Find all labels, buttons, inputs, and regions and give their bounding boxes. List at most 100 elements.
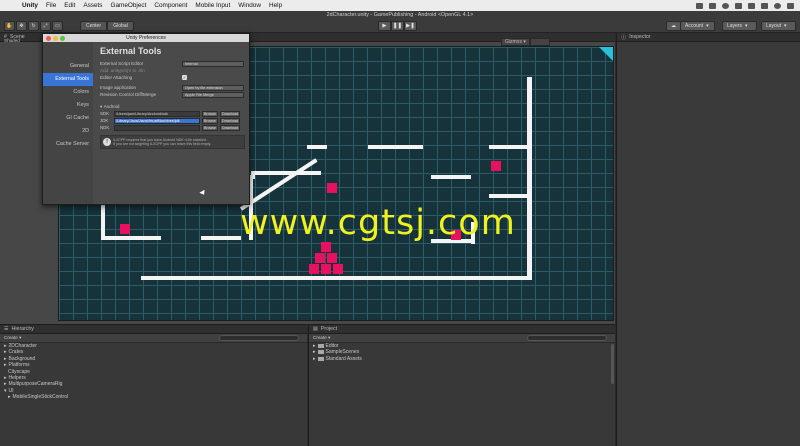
cloud-icon[interactable]: [709, 2, 716, 9]
menu-assets[interactable]: Assets: [83, 2, 102, 9]
ndk-info-box: ! IL2CPP requires that you have Android …: [100, 135, 245, 149]
step-button[interactable]: ▶❚: [404, 21, 417, 31]
pref-item-cache-server[interactable]: Cache Server: [43, 138, 93, 151]
list-item[interactable]: ▸ Standard Assets: [313, 356, 362, 362]
menu-file[interactable]: File: [46, 2, 56, 9]
editor-attaching-checkbox[interactable]: ✓: [182, 75, 187, 80]
notification-icon[interactable]: [787, 2, 794, 9]
sdk-browse-button[interactable]: Browse: [202, 110, 218, 117]
platform-small-2: [368, 145, 423, 149]
sdk-path-field[interactable]: /Users/jam/Library/Android/sdk: [114, 110, 200, 117]
menu-gameobject[interactable]: GameObject: [111, 2, 147, 9]
wifi-icon[interactable]: [735, 2, 742, 9]
wall-left: [101, 202, 105, 240]
list-item-label: MultipurposeCameraRig: [8, 381, 63, 388]
preferences-window: Unity Preferences General External Tools…: [42, 33, 250, 205]
inspector-tab[interactable]: ⓘ Inspector: [617, 33, 800, 42]
volume-icon[interactable]: [748, 2, 755, 9]
script-editor-row: External Script Editor Internal: [100, 60, 249, 67]
expand-arrow-icon[interactable]: ▸: [4, 362, 7, 368]
jdk-browse-button[interactable]: Browse: [202, 117, 218, 124]
play-button[interactable]: ▶: [378, 21, 391, 31]
crate[interactable]: [120, 224, 130, 234]
menu-window[interactable]: Window: [238, 2, 261, 9]
pref-item-colors[interactable]: Colors: [43, 86, 93, 99]
crate[interactable]: [315, 253, 325, 263]
rotate-tool-button[interactable]: ↻: [28, 21, 39, 31]
menu-edit[interactable]: Edit: [64, 2, 75, 9]
pref-item-external-tools[interactable]: External Tools: [43, 73, 93, 86]
project-create-button[interactable]: Create ▾: [313, 335, 330, 341]
close-window-icon[interactable]: [46, 36, 51, 41]
pivot-toggle[interactable]: Center: [80, 21, 107, 31]
expand-arrow-icon[interactable]: ▾: [4, 388, 7, 394]
list-item[interactable]: ▸ MultipurposeCameraRig: [4, 381, 68, 387]
editor-attaching-row: Editor Attaching ✓: [100, 74, 249, 81]
cloud-button[interactable]: ☁: [666, 21, 681, 31]
spotlight-icon[interactable]: [774, 2, 781, 9]
minimize-window-icon[interactable]: [53, 36, 58, 41]
hierarchy-create-button[interactable]: Create ▾: [4, 335, 21, 341]
menu-app[interactable]: Unity: [22, 2, 38, 9]
folder-icon: ▤: [313, 326, 318, 332]
zoom-window-icon[interactable]: [60, 36, 65, 41]
project-scrollbar[interactable]: [611, 344, 614, 384]
list-item[interactable]: ▸ MobileSingleStickControl: [4, 394, 68, 400]
image-app-row: Image application Open by file extension: [100, 84, 249, 91]
jdk-download-button[interactable]: Download: [219, 117, 240, 124]
menu-help[interactable]: Help: [269, 2, 282, 9]
expand-arrow-icon[interactable]: ▸: [313, 356, 316, 362]
pref-item-keys[interactable]: Keys: [43, 99, 93, 112]
preferences-title: Unity Preferences: [126, 35, 166, 41]
crate[interactable]: [327, 183, 337, 193]
layers-dropdown[interactable]: Layers ▾: [722, 21, 757, 31]
project-search-input[interactable]: [527, 335, 607, 341]
project-tab[interactable]: ▤ Project: [309, 325, 615, 334]
account-dropdown[interactable]: Account ▾: [680, 21, 715, 31]
pause-button[interactable]: ❚❚: [391, 21, 404, 31]
script-editor-dropdown[interactable]: Internal: [182, 60, 244, 67]
editor-attaching-label: Editor Attaching: [100, 75, 133, 80]
sdk-download-button[interactable]: Download: [219, 110, 240, 117]
crate[interactable]: [491, 161, 501, 171]
preferences-titlebar: Unity Preferences: [43, 34, 249, 42]
revision-label: Revision Control Diff/Merge: [100, 92, 157, 97]
layout-dropdown[interactable]: Layout ▾: [761, 21, 796, 31]
pref-item-2d[interactable]: 2D: [43, 125, 93, 138]
crate[interactable]: [327, 253, 337, 263]
image-app-dropdown[interactable]: Open by file extension: [182, 84, 244, 91]
crate[interactable]: [321, 242, 331, 252]
crate[interactable]: [333, 264, 343, 274]
move-tool-button[interactable]: ✥: [16, 21, 27, 31]
pref-item-gi-cache[interactable]: GI Cache: [43, 112, 93, 125]
hierarchy-search-input[interactable]: [219, 335, 299, 341]
scene-search-input[interactable]: [530, 38, 550, 46]
ndk-browse-button[interactable]: Browse: [202, 124, 218, 131]
hierarchy-toolbar: Create ▾: [0, 334, 307, 343]
jdk-path-field[interactable]: /Library/Java/JavaVirtualMachines/jdk: [114, 117, 200, 124]
image-app-label: Image application: [100, 85, 137, 90]
hierarchy-tab[interactable]: ☰ Hierarchy: [0, 325, 307, 334]
battery-icon[interactable]: [761, 2, 768, 9]
ndk-note-line2: If you are not targeting IL2CPP you can …: [113, 142, 212, 146]
revision-dropdown[interactable]: Apple File Merge: [182, 91, 244, 98]
android-section-label: Android: [103, 104, 120, 109]
ndk-download-button[interactable]: Download: [219, 124, 240, 131]
crate[interactable]: [309, 264, 319, 274]
ndk-path-field[interactable]: [114, 124, 200, 131]
menu-component[interactable]: Component: [154, 2, 187, 9]
gizmos-dropdown[interactable]: Gizmos ▾: [501, 38, 530, 46]
hand-tool-button[interactable]: ✋: [4, 21, 15, 31]
rect-tool-button[interactable]: ▭: [52, 21, 63, 31]
crate[interactable]: [321, 264, 331, 274]
scale-tool-button[interactable]: ⤢: [40, 21, 51, 31]
folder-icon: [317, 356, 324, 361]
clock-icon[interactable]: [722, 2, 729, 9]
dropbox-icon[interactable]: [696, 2, 703, 9]
menu-mobile-input[interactable]: Mobile Input: [195, 2, 230, 9]
pref-item-general[interactable]: General: [43, 60, 93, 73]
space-toggle[interactable]: Global: [107, 21, 134, 31]
expand-arrow-icon[interactable]: ▸: [8, 394, 11, 400]
window-title: 2dCharacter.unity - GamePublishing - And…: [326, 12, 474, 18]
platform-right-1: [431, 175, 471, 179]
